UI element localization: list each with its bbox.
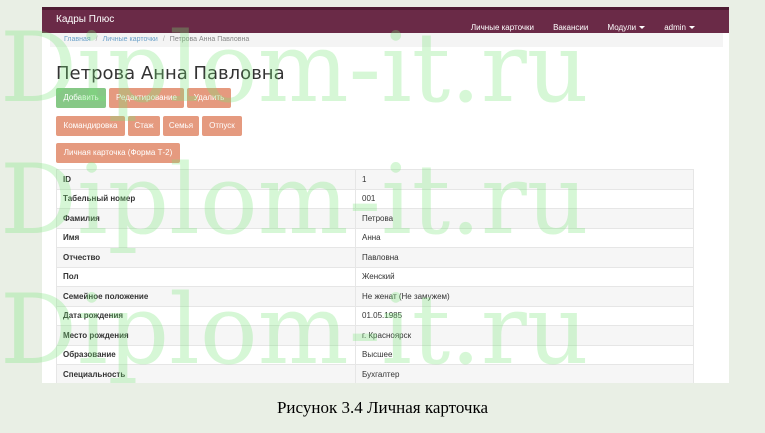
table-row: Образование Высшее: [56, 344, 694, 365]
personal-card-t2-button[interactable]: Личная карточка (Форма Т-2): [56, 143, 180, 163]
add-button[interactable]: Добавить: [56, 88, 106, 108]
business-trip-button[interactable]: Командировка: [56, 116, 125, 136]
family-button[interactable]: Семья: [163, 116, 199, 136]
table-row: Дата рождения 01.05.1985: [56, 305, 694, 326]
table-row: Пол Женский: [56, 266, 694, 287]
field-label: Специальность: [56, 364, 356, 383]
nav-user-dropdown[interactable]: admin: [664, 23, 695, 32]
nav-personal-cards[interactable]: Личные карточки: [471, 23, 534, 32]
breadcrumb-cards[interactable]: Личные карточки: [103, 36, 158, 43]
table-row: Имя Анна: [56, 227, 694, 248]
field-value: Бухгалтер: [355, 364, 694, 383]
chevron-down-icon: [689, 26, 695, 30]
table-row: Семейное положение Не женат (Не замужем): [56, 286, 694, 307]
edit-button[interactable]: Редактирование: [109, 88, 184, 108]
nav-modules-dropdown[interactable]: Модули: [607, 23, 646, 32]
field-label: Табельный номер: [56, 188, 356, 209]
field-label: Место рождения: [56, 325, 356, 346]
field-value: Петрова: [355, 208, 694, 229]
field-value: Анна: [355, 227, 694, 248]
chevron-down-icon: [639, 26, 646, 30]
field-label: ID: [56, 169, 356, 190]
table-row: Место рождения г. Красноярск: [56, 325, 694, 346]
table-row: Отчество Павловна: [56, 247, 694, 268]
table-row: ID 1: [56, 169, 694, 190]
field-value: 001: [355, 188, 694, 209]
field-value: Женский: [355, 266, 694, 287]
table-row: Фамилия Петрова: [56, 208, 694, 229]
nav-modules-label: Модули: [607, 23, 637, 32]
breadcrumb: Главная / Личные карточки / Петрова Анна Пав…: [50, 33, 723, 47]
field-label: Фамилия: [56, 208, 356, 229]
field-value: Не женат (Не замужем): [355, 286, 694, 307]
nav-user-label: admin: [664, 23, 686, 32]
nav-menu: Личные карточки Вакансии Модули admin: [457, 15, 695, 34]
breadcrumb-current: Петрова Анна Павловна: [169, 36, 250, 43]
nav-vacancies[interactable]: Вакансии: [553, 23, 588, 32]
field-value: 01.05.1985: [355, 305, 694, 326]
field-value: г. Красноярск: [355, 325, 694, 346]
field-label: Семейное положение: [56, 286, 356, 307]
page-title: Петрова Анна Павловна: [56, 63, 285, 84]
field-value: Павловна: [355, 247, 694, 268]
field-label: Образование: [56, 344, 356, 365]
field-value: Высшее: [355, 344, 694, 365]
brand-logo[interactable]: Кадры Плюс: [56, 14, 114, 25]
field-value: 1: [355, 169, 694, 190]
field-label: Имя: [56, 227, 356, 248]
navbar: Кадры Плюс Личные карточки Вакансии Моду…: [42, 7, 729, 33]
table-row: Специальность Бухгалтер: [56, 364, 694, 383]
experience-button[interactable]: Стаж: [128, 116, 160, 136]
delete-button[interactable]: Удалить: [187, 88, 231, 108]
details-table: ID 1 Табельный номер 001 Фамилия Петрова Имя Ан…: [56, 169, 694, 383]
figure-caption: Рисунок 3.4 Личная карточка: [276, 398, 489, 417]
field-label: Пол: [56, 266, 356, 287]
breadcrumb-separator: /: [95, 36, 98, 43]
breadcrumb-home[interactable]: Главная: [64, 36, 91, 43]
field-label: Отчество: [56, 247, 356, 268]
table-row: Табельный номер 001: [56, 188, 694, 209]
app-window: Кадры Плюс Личные карточки Вакансии Моду…: [42, 7, 729, 383]
field-label: Дата рождения: [56, 305, 356, 326]
vacation-button[interactable]: Отпуск: [202, 116, 242, 136]
breadcrumb-separator: /: [162, 36, 165, 43]
